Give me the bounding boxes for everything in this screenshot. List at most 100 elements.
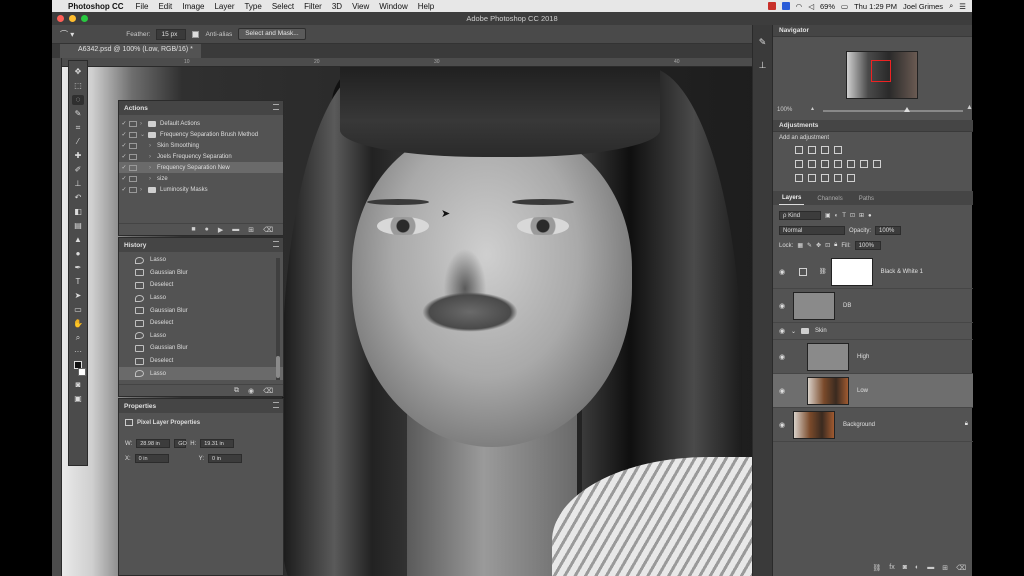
bw-icon[interactable] — [834, 160, 842, 168]
lock-position-icon[interactable]: ✥ — [816, 242, 821, 249]
clock-text[interactable]: Thu 1:29 PM — [854, 2, 897, 11]
history-state[interactable]: Lasso — [119, 330, 283, 343]
history-state[interactable]: Gaussian Blur — [119, 304, 283, 317]
brightness-icon[interactable] — [795, 146, 803, 154]
record-icon[interactable]: ● — [205, 226, 209, 233]
hand-tool-icon[interactable]: ✋ — [72, 319, 84, 329]
chevron-right-icon[interactable]: › — [140, 121, 148, 127]
dropbox-icon[interactable] — [781, 2, 790, 10]
gradient-map-icon[interactable] — [834, 174, 842, 182]
layer-kind-filter[interactable]: ρ Kind — [779, 211, 821, 220]
play-icon[interactable]: ▶ — [218, 226, 223, 234]
layer-name[interactable]: Skin — [815, 328, 827, 334]
eye-icon[interactable]: ◉ — [773, 302, 791, 310]
filter-shape-icon[interactable]: ⊡ — [850, 212, 855, 219]
chevron-down-icon[interactable]: ⌄ — [791, 328, 799, 335]
tab-channels[interactable]: Channels — [814, 196, 845, 205]
height-field[interactable]: 19.31 in — [200, 439, 235, 448]
channel-mixer-icon[interactable] — [860, 160, 868, 168]
history-state[interactable]: Lasso — [119, 254, 283, 267]
history-panel-header[interactable]: History — [119, 238, 283, 252]
threshold-icon[interactable] — [821, 174, 829, 182]
levels-icon[interactable] — [808, 146, 816, 154]
link-dimensions-button[interactable]: GO — [174, 439, 187, 448]
new-layer-icon[interactable]: ⊞ — [942, 564, 948, 572]
photo-filter-icon[interactable] — [847, 160, 855, 168]
lasso-tool-icon[interactable]: ◌ — [72, 95, 84, 105]
zoom-tool-icon[interactable]: ⌕ — [72, 333, 84, 343]
layer-row[interactable]: ◉ ⌄ Skin — [773, 323, 973, 340]
layer-row[interactable]: ◉ ⛓ Black & White 1 — [773, 255, 973, 289]
menu-list-icon[interactable]: ☰ — [959, 2, 966, 11]
layer-style-icon[interactable]: fx — [889, 564, 894, 572]
layer-thumbnail[interactable] — [793, 291, 835, 320]
history-state[interactable]: Deselect — [119, 355, 283, 368]
panel-menu-icon[interactable] — [273, 402, 279, 408]
color-balance-icon[interactable] — [821, 160, 829, 168]
properties-panel-header[interactable]: Properties — [119, 399, 283, 413]
menu-file[interactable]: File — [136, 2, 149, 11]
app-menu[interactable]: Photoshop CC — [68, 2, 124, 11]
action-item[interactable]: ✓ › size — [119, 173, 283, 184]
chevron-down-icon[interactable]: ⌄ — [140, 131, 148, 138]
trash-icon[interactable]: ⌫ — [956, 564, 966, 572]
vibrance-icon[interactable] — [795, 160, 803, 168]
exposure-icon[interactable] — [834, 146, 842, 154]
chevron-right-icon[interactable]: › — [149, 165, 157, 171]
wifi-icon[interactable]: ◠ — [796, 2, 803, 11]
feather-input[interactable]: 15 px — [156, 28, 187, 40]
layer-row[interactable]: ◉ Low — [773, 374, 973, 408]
layer-name[interactable]: Low — [857, 388, 868, 394]
filter-adjustment-icon[interactable]: ◐ — [835, 213, 839, 219]
action-item[interactable]: ✓ ⌄ Frequency Separation Brush Method — [119, 129, 283, 140]
add-mask-icon[interactable]: ◙ — [903, 564, 907, 572]
curves-icon[interactable] — [821, 146, 829, 154]
filter-pixel-icon[interactable]: ▣ — [825, 212, 831, 219]
dialog-toggle-icon[interactable] — [129, 153, 137, 160]
healing-brush-tool-icon[interactable]: ✚ — [72, 151, 84, 161]
shape-tool-icon[interactable]: ▭ — [72, 305, 84, 315]
type-tool-icon[interactable]: T — [72, 277, 84, 287]
more-tools-icon[interactable]: ··· — [72, 347, 84, 357]
navigator-header[interactable]: Navigator — [773, 25, 972, 37]
history-brush-tool-icon[interactable]: ↶ — [72, 193, 84, 203]
color-lookup-icon[interactable] — [873, 160, 881, 168]
navigator-zoom-slider[interactable] — [823, 110, 963, 112]
eye-icon[interactable]: ◉ — [773, 353, 791, 361]
action-toggle-checkbox[interactable]: ✓ — [119, 186, 129, 193]
horizontal-ruler[interactable]: 10 20 30 40 — [62, 58, 752, 67]
opacity-field[interactable]: 100% — [875, 226, 902, 235]
layer-mask-thumbnail[interactable] — [830, 257, 873, 286]
blend-mode-select[interactable]: Normal — [779, 226, 845, 235]
document-tab[interactable]: A6342.psd @ 100% (Low, RGB/16) * — [60, 44, 201, 58]
action-item[interactable]: ✓ › Joels Frequency Separation — [119, 151, 283, 162]
quick-mask-icon[interactable]: ◙ — [72, 380, 84, 390]
brush-tool-icon[interactable]: ✐ — [72, 165, 84, 175]
history-scroll-thumb[interactable] — [276, 356, 280, 378]
link-layers-icon[interactable]: ⛓ — [872, 564, 881, 572]
lock-artboard-icon[interactable]: ⊡ — [825, 242, 830, 249]
move-tool-icon[interactable]: ✥ — [72, 67, 84, 77]
chevron-right-icon[interactable]: › — [140, 187, 148, 193]
menu-filter[interactable]: Filter — [304, 2, 322, 11]
chevron-right-icon[interactable]: › — [149, 176, 157, 182]
action-toggle-checkbox[interactable]: ✓ — [119, 120, 129, 127]
menu-select[interactable]: Select — [272, 2, 294, 11]
y-field[interactable]: 0 in — [208, 454, 243, 463]
eraser-tool-icon[interactable]: ◧ — [72, 207, 84, 217]
path-select-tool-icon[interactable]: ➤ — [72, 291, 84, 301]
history-state[interactable]: Lasso — [119, 292, 283, 305]
history-state[interactable]: Lasso — [119, 367, 283, 380]
history-state[interactable]: Deselect — [119, 279, 283, 292]
menu-layer[interactable]: Layer — [214, 2, 234, 11]
layer-thumbnail[interactable] — [807, 342, 849, 371]
new-group-icon[interactable]: ▬ — [927, 564, 934, 572]
posterize-icon[interactable] — [808, 174, 816, 182]
layer-row[interactable]: ◉ DB — [773, 289, 973, 323]
chevron-right-icon[interactable]: › — [149, 143, 157, 149]
menu-type[interactable]: Type — [244, 2, 261, 11]
eye-icon[interactable]: ◉ — [773, 421, 791, 429]
history-state[interactable]: Deselect — [119, 317, 283, 330]
filter-toggle-icon[interactable]: ● — [868, 213, 872, 219]
stop-icon[interactable]: ■ — [191, 226, 195, 233]
